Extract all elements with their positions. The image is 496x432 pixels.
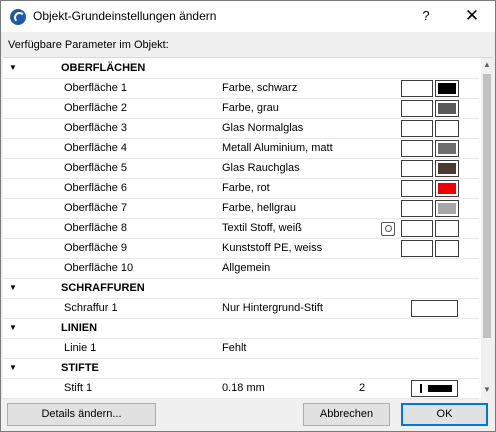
parameter-name: Oberfläche 1 [64,82,127,94]
pen-number: 2 [359,382,366,394]
surface-row-3[interactable]: Oberfläche 3 Glas Normalglas [3,118,479,139]
parameter-name: Oberfläche 6 [64,182,127,194]
scroll-thumb[interactable] [483,74,491,338]
parameter-name: Oberfläche 8 [64,222,127,234]
pen-preview-swatch[interactable] [411,380,458,397]
parameter-value: Glas Rauchglas [222,162,300,174]
scroll-up-arrow-icon[interactable]: ▲ [481,60,493,72]
archicad-app-icon [10,9,26,25]
parameter-name: Oberfläche 5 [64,162,127,174]
parameter-value: Farbe, rot [222,182,270,194]
parameter-value: Kunststoff PE, weiss [222,242,323,254]
parameter-name: Stift 1 [64,382,93,394]
material-preview-swatch[interactable] [401,180,433,197]
section-header-surfaces[interactable]: ▼ OBERFLÄCHEN [3,58,479,79]
pen-tick-mark [420,384,422,393]
section-label: SCHRAFFUREN [61,282,145,294]
vertical-scrollbar[interactable]: ▲ ▼ [481,58,493,399]
section-label: LINIEN [61,322,98,334]
surface-row-4[interactable]: Oberfläche 4 Metall Aluminium, matt [3,138,479,159]
parameter-value: Farbe, schwarz [222,82,298,94]
parameter-name: Schraffur 1 [64,302,118,314]
surface-row-2[interactable]: Oberfläche 2 Farbe, grau [3,98,479,119]
material-color-swatch[interactable] [435,160,459,177]
parameter-name: Oberfläche 4 [64,142,127,154]
title-bar: Objekt-Grundeinstellungen ändern ? ✕ [1,1,495,32]
close-button[interactable]: ✕ [453,5,491,27]
material-color-swatch[interactable] [435,200,459,217]
details-button[interactable]: Details ändern... [7,403,156,426]
dialog-title: Objekt-Grundeinstellungen ändern [33,9,217,23]
parameter-name: Linie 1 [64,342,97,354]
parameter-value: Allgemein [222,262,271,274]
material-preview-swatch[interactable] [401,80,433,97]
material-preview-swatch[interactable] [401,220,433,237]
material-preview-swatch[interactable] [401,160,433,177]
available-parameters-label: Verfügbare Parameter im Objekt: [8,39,169,51]
surface-row-8[interactable]: Oberfläche 8 Textil Stoff, weiß [3,218,479,239]
material-preview-swatch[interactable] [401,200,433,217]
parameter-name: Oberfläche 2 [64,102,127,114]
collapse-arrow-icon[interactable]: ▼ [9,323,17,332]
pen-weight-bar [428,385,452,392]
help-button[interactable]: ? [411,5,441,27]
surface-row-7[interactable]: Oberfläche 7 Farbe, hellgrau [3,198,479,219]
section-label: OBERFLÄCHEN [61,62,146,74]
material-color-swatch[interactable] [435,140,459,157]
material-preview-swatch[interactable] [401,100,433,117]
parameter-name: Oberfläche 7 [64,202,127,214]
material-color-swatch[interactable] [435,120,459,137]
cancel-button[interactable]: Abbrechen [303,403,390,426]
texture-icon [381,222,395,236]
dialog-window: Objekt-Grundeinstellungen ändern ? ✕ Ver… [0,0,496,432]
material-preview-swatch[interactable] [401,140,433,157]
material-color-swatch[interactable] [435,100,459,117]
line-row-1[interactable]: Linie 1 Fehlt [3,338,479,359]
collapse-arrow-icon[interactable]: ▼ [9,363,17,372]
section-header-lines[interactable]: ▼ LINIEN [3,318,479,339]
scroll-down-arrow-icon[interactable]: ▼ [481,385,493,397]
parameter-name: Oberfläche 9 [64,242,127,254]
hatch-row-1[interactable]: Schraffur 1 Nur Hintergrund-Stift [3,298,479,319]
material-color-swatch[interactable] [435,220,459,237]
material-preview-swatch[interactable] [401,120,433,137]
parameter-name: Oberfläche 3 [64,122,127,134]
surface-row-5[interactable]: Oberfläche 5 Glas Rauchglas [3,158,479,179]
material-color-swatch[interactable] [435,240,459,257]
parameter-name: Oberfläche 10 [64,262,134,274]
parameter-value: Textil Stoff, weiß [222,222,302,234]
collapse-arrow-icon[interactable]: ▼ [9,63,17,72]
collapse-arrow-icon[interactable]: ▼ [9,283,17,292]
parameter-value: Metall Aluminium, matt [222,142,333,154]
ok-button[interactable]: OK [401,403,488,426]
surface-row-9[interactable]: Oberfläche 9 Kunststoff PE, weiss [3,238,479,259]
section-header-hatches[interactable]: ▼ SCHRAFFUREN [3,278,479,299]
surface-row-1[interactable]: Oberfläche 1 Farbe, schwarz [3,78,479,99]
parameter-list: ▼ OBERFLÄCHEN Oberfläche 1 Farbe, schwar… [3,57,493,399]
parameter-value: Farbe, grau [222,102,279,114]
surface-row-10[interactable]: Oberfläche 10 Allgemein [3,258,479,279]
parameter-value: Glas Normalglas [222,122,304,134]
section-header-pens[interactable]: ▼ STIFTE [3,358,479,379]
material-color-swatch[interactable] [435,80,459,97]
surface-row-6[interactable]: Oberfläche 6 Farbe, rot [3,178,479,199]
section-label: STIFTE [61,362,99,374]
parameter-value: Fehlt [222,342,247,354]
parameter-value: 0.18 mm [222,382,265,394]
material-preview-swatch[interactable] [401,240,433,257]
material-color-swatch[interactable] [435,180,459,197]
parameter-value: Nur Hintergrund-Stift [222,302,323,314]
fill-preview-swatch[interactable] [411,300,458,317]
pen-row-1[interactable]: Stift 1 0.18 mm 2 [3,378,479,399]
parameter-value: Farbe, hellgrau [222,202,296,214]
